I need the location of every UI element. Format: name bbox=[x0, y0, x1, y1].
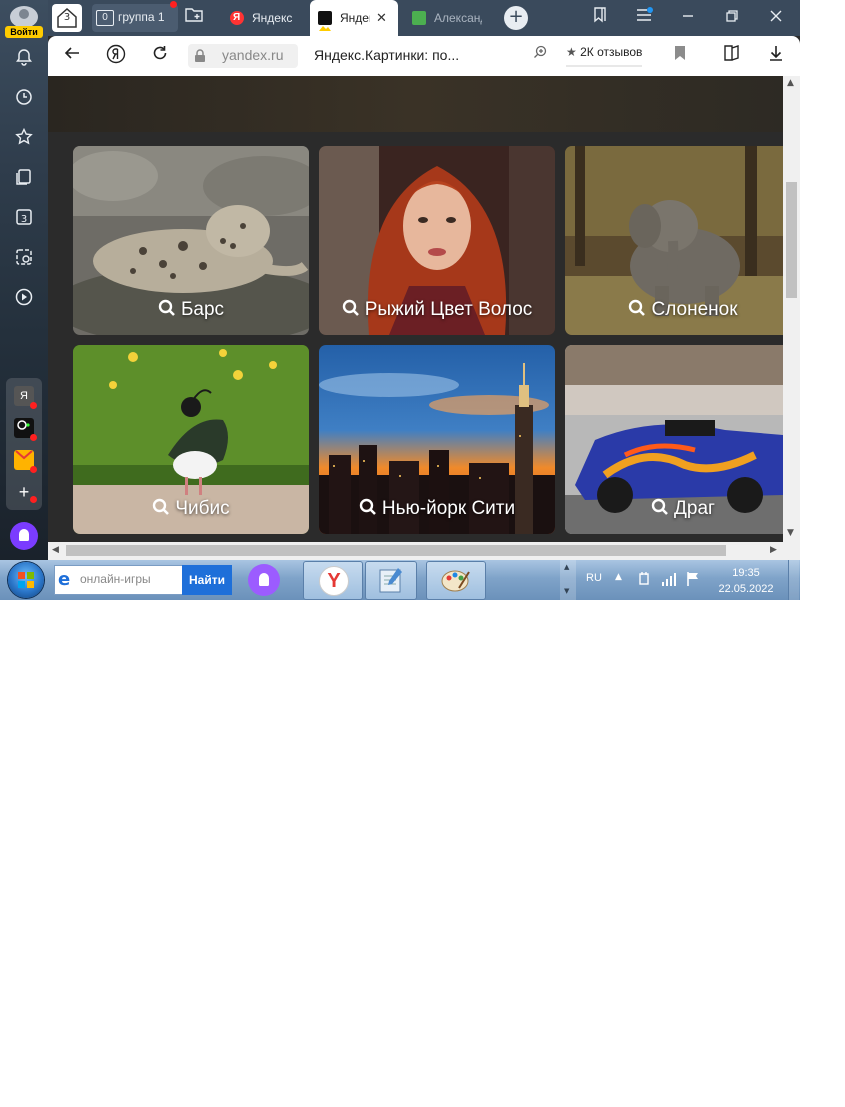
image-card-baby-elephant[interactable]: Слоненок bbox=[565, 146, 783, 335]
reading-list-icon[interactable] bbox=[720, 44, 744, 68]
reload-icon[interactable] bbox=[148, 44, 172, 68]
avatar[interactable] bbox=[10, 6, 38, 28]
green-favicon bbox=[412, 11, 426, 25]
card-label: Рыжий Цвет Волос bbox=[319, 299, 555, 321]
back-arrow-icon[interactable] bbox=[60, 44, 84, 68]
image-card-new-york[interactable]: Нью-йорк Сити bbox=[319, 345, 555, 534]
menu-icon[interactable] bbox=[632, 6, 656, 30]
card-label: Слоненок bbox=[565, 299, 783, 321]
network-signal-icon[interactable] bbox=[660, 570, 678, 592]
bookmarks-icon[interactable] bbox=[588, 6, 612, 30]
tab-strip: 3 0 группа 1 Я Яндекс Яндекс ✕ Александ … bbox=[48, 0, 800, 36]
tray-expand-icon[interactable]: ▲ bbox=[615, 572, 622, 582]
start-button[interactable] bbox=[8, 562, 44, 598]
url-domain[interactable]: yandex.ru bbox=[222, 47, 283, 63]
video-play-icon[interactable] bbox=[12, 288, 36, 312]
browser-toolbar: yandex.ru Яндекс.Картинки: по... ★ 2К от… bbox=[48, 36, 800, 76]
group-counter: 0 bbox=[96, 10, 114, 26]
home-counter: 3 bbox=[63, 12, 71, 23]
new-tab-button[interactable]: + bbox=[504, 6, 528, 30]
header-image-strip bbox=[48, 76, 783, 132]
minimize-icon[interactable] bbox=[676, 6, 700, 30]
yandex-browser-taskbar-icon[interactable]: Y bbox=[303, 561, 363, 600]
notepad-taskbar-icon[interactable] bbox=[365, 561, 417, 600]
close-window-icon[interactable] bbox=[764, 6, 788, 30]
close-tab-icon[interactable]: ✕ bbox=[376, 0, 387, 36]
tab-title: Яндекс bbox=[340, 11, 370, 25]
new-group-icon[interactable] bbox=[182, 6, 206, 30]
images-favicon bbox=[318, 11, 332, 31]
tabs-home-button[interactable]: 3 bbox=[52, 4, 82, 32]
clock-time: 19:35 bbox=[732, 567, 760, 579]
action-center-flag-icon[interactable] bbox=[684, 570, 702, 592]
star-bookmarks-icon[interactable] bbox=[12, 127, 36, 152]
taskbar-scroll[interactable]: ▲ ▼ bbox=[560, 560, 576, 600]
tab-group[interactable]: 0 группа 1 bbox=[92, 1, 178, 32]
show-desktop-button[interactable] bbox=[788, 560, 799, 600]
history-icon[interactable] bbox=[12, 88, 36, 112]
notification-dot bbox=[30, 402, 37, 409]
screen: Войти 3 Я + 3 0 группа 1 Я Яндекс Янде ✕… bbox=[0, 0, 800, 600]
system-clock[interactable]: 19:35 22.05.2022 bbox=[714, 565, 778, 597]
paint-taskbar-icon[interactable] bbox=[426, 561, 486, 600]
image-card-lapwing[interactable]: Чибис bbox=[73, 345, 309, 534]
tabs-counter-icon[interactable]: 3 bbox=[12, 208, 36, 232]
tab-title: Яндекс bbox=[252, 11, 293, 25]
language-indicator[interactable]: RU bbox=[586, 572, 602, 584]
card-label: Драг bbox=[565, 498, 783, 520]
tab-yandex-images-active[interactable]: Яндекс ✕ bbox=[310, 0, 398, 36]
notification-dot bbox=[30, 496, 37, 503]
collections-icon[interactable] bbox=[12, 168, 36, 192]
card-label: Нью-йорк Сити bbox=[319, 498, 555, 520]
image-card-bars[interactable]: Барс bbox=[73, 146, 309, 335]
yandex-logo-icon[interactable] bbox=[104, 44, 128, 68]
side-panel: Войти 3 Я + bbox=[0, 0, 48, 560]
scroll-left-arrow-icon[interactable]: ◀ bbox=[52, 545, 59, 555]
alice-assistant-icon[interactable] bbox=[10, 522, 38, 550]
bell-icon[interactable] bbox=[12, 48, 36, 72]
scroll-right-arrow-icon[interactable]: ▶ bbox=[770, 545, 777, 555]
download-icon[interactable] bbox=[764, 44, 788, 68]
windows-taskbar: e онлайн-игры Найти Y ▲ ▼ RU ▲ 19:35 22.… bbox=[0, 560, 800, 600]
horizontal-scroll-thumb[interactable] bbox=[66, 545, 726, 556]
reviews-count: 2К отзывов bbox=[580, 45, 643, 59]
reviews-badge[interactable]: ★ 2К отзывов bbox=[566, 45, 643, 67]
card-label: Чибис bbox=[73, 498, 309, 520]
page-title[interactable]: Яндекс.Картинки: по... bbox=[314, 47, 459, 63]
search-submit-button[interactable]: Найти bbox=[182, 565, 232, 595]
extensions-group: Я + bbox=[6, 378, 42, 510]
search-placeholder: онлайн-игры bbox=[80, 572, 151, 586]
image-card-red-hair[interactable]: Рыжий Цвет Волос bbox=[319, 146, 555, 335]
page-content: Барс Рыжий Цвет Волос Слоненок Чибис Нью… bbox=[48, 76, 783, 542]
taskbar-search-input[interactable]: e онлайн-игры bbox=[54, 565, 184, 595]
alice-taskbar-icon[interactable] bbox=[248, 564, 280, 596]
vertical-scrollbar[interactable]: ▲ ▼ bbox=[783, 76, 800, 542]
notification-dot bbox=[170, 1, 177, 8]
tab-yandex[interactable]: Я Яндекс bbox=[222, 4, 308, 36]
notification-dot bbox=[30, 466, 37, 473]
zoom-icon[interactable] bbox=[528, 44, 552, 68]
login-button[interactable]: Войти bbox=[5, 26, 43, 38]
bookmark-flag-icon[interactable] bbox=[668, 44, 692, 68]
safe-remove-icon[interactable] bbox=[636, 570, 654, 592]
star-icon: ★ bbox=[566, 45, 577, 59]
card-label: Барс bbox=[73, 299, 309, 321]
ie-icon: e bbox=[58, 569, 71, 590]
scroll-down-arrow-icon[interactable]: ▼ bbox=[787, 528, 794, 538]
notification-dot bbox=[30, 434, 37, 441]
image-card-drag[interactable]: Драг bbox=[565, 345, 783, 534]
clock-date: 22.05.2022 bbox=[718, 583, 774, 595]
tabs-counter: 3 bbox=[20, 214, 28, 225]
scroll-up-arrow-icon[interactable]: ▲ bbox=[787, 78, 794, 88]
group-label: группа 1 bbox=[118, 10, 165, 24]
tab-aleksandr[interactable]: Александ bbox=[404, 4, 482, 36]
restore-icon[interactable] bbox=[720, 6, 744, 30]
horizontal-scrollbar[interactable]: ◀ ▶ bbox=[48, 542, 800, 560]
tab-title: Александ bbox=[434, 11, 482, 25]
screenshot-icon[interactable] bbox=[12, 248, 36, 272]
vertical-scroll-thumb[interactable] bbox=[786, 182, 797, 298]
